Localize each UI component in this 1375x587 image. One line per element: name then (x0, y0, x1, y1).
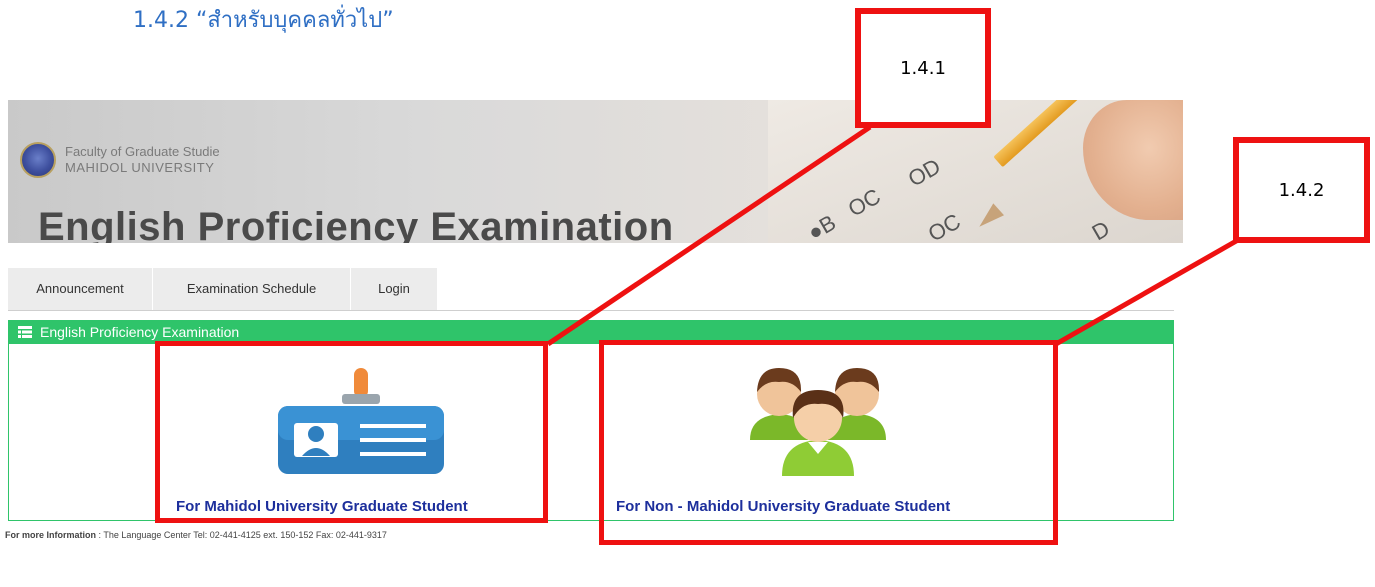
non-mahidol-student-link[interactable]: For Non - Mahidol University Graduate St… (616, 498, 950, 515)
user-group-icon[interactable] (748, 358, 888, 478)
faculty-name: Faculty of Graduate Studie (65, 144, 220, 159)
header-banner: ●B OC OD OC D Faculty of Graduate Studie… (8, 100, 1183, 243)
nav-divider (8, 310, 1174, 311)
list-icon (18, 326, 32, 338)
contact-info-label: For more Information (5, 530, 97, 540)
callout-1-4-2: 1.4.2 (1233, 137, 1370, 243)
tab-announcement[interactable]: Announcement (8, 268, 153, 310)
contact-info-text: : The Language Center Tel: 02-441-4125 e… (96, 530, 387, 540)
callout-1-4-1: 1.4.1 (855, 8, 991, 128)
university-name: MAHIDOL UNIVERSITY (65, 160, 215, 175)
tab-login[interactable]: Login (351, 268, 438, 310)
panel-header-title: English Proficiency Examination (40, 324, 240, 340)
mahidol-student-link[interactable]: For Mahidol University Graduate Student (176, 498, 468, 515)
panel-body (8, 344, 1174, 521)
main-nav: Announcement Examination Schedule Login (8, 268, 438, 310)
tab-examination-schedule[interactable]: Examination Schedule (153, 268, 351, 310)
document-heading: 1.4.2 “สำหรับบุคคลทั่วไป” (133, 8, 394, 33)
id-card-icon[interactable] (272, 368, 452, 478)
panel-header: English Proficiency Examination (8, 320, 1174, 344)
banner-title: English Proficiency Examination (38, 205, 674, 243)
contact-info: For more Information : The Language Cent… (5, 530, 387, 540)
university-seal-logo (20, 142, 56, 178)
